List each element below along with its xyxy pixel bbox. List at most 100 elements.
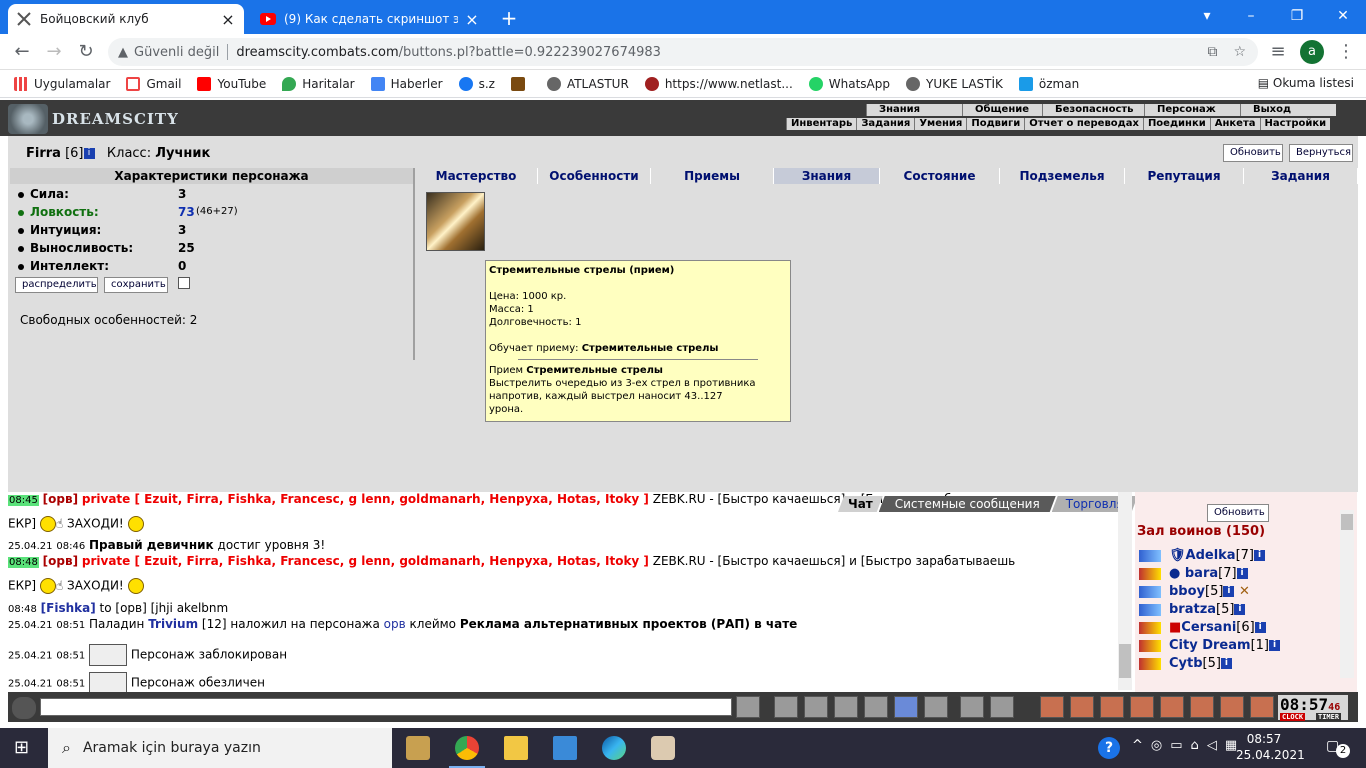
menu-feats[interactable]: Подвиги xyxy=(966,118,1025,130)
roster-user[interactable]: Cytb[5] i xyxy=(1139,656,1232,671)
clock-label[interactable]: CLOCK xyxy=(1280,713,1306,721)
bookmark-netlast[interactable]: https://www.netlast... xyxy=(644,76,793,91)
bookmark-whatsapp[interactable]: WhatsApp xyxy=(808,76,890,91)
reading-list[interactable]: ▤ Okuma listesi xyxy=(1258,76,1354,90)
tab-chat[interactable]: Чат xyxy=(838,496,883,512)
chat-scrollbar[interactable] xyxy=(1118,492,1132,690)
meet-icon[interactable]: ◎ xyxy=(1151,738,1170,753)
send-icon[interactable] xyxy=(736,696,760,718)
battle-icon[interactable] xyxy=(1100,696,1124,718)
menu-knowledge[interactable]: Знания xyxy=(866,104,962,116)
help-icon[interactable]: ? xyxy=(1098,737,1120,759)
star-icon[interactable]: ☆ xyxy=(1233,44,1246,60)
filter-icon[interactable] xyxy=(804,696,828,718)
scroll-icon[interactable] xyxy=(1040,696,1064,718)
mail-app-icon[interactable] xyxy=(553,736,577,760)
lock-checkbox[interactable] xyxy=(178,277,190,289)
close-icon[interactable]: × xyxy=(220,10,236,29)
new-tab-button[interactable]: + xyxy=(497,6,521,30)
paint-icon[interactable] xyxy=(651,736,675,760)
menu-character[interactable]: Персонаж xyxy=(1144,104,1240,116)
network-icon[interactable]: ⌂ xyxy=(1191,738,1207,753)
back-icon[interactable]: ← xyxy=(10,41,34,63)
roster-user[interactable]: ● bara[7] i xyxy=(1139,566,1248,581)
smiles-icon[interactable] xyxy=(960,696,984,718)
info-icon[interactable]: i xyxy=(1236,568,1248,579)
menu-settings[interactable]: Настройки xyxy=(1259,118,1331,130)
taskbar-clock[interactable]: 08:57 25.04.2021 xyxy=(1236,731,1305,763)
quest-icon[interactable] xyxy=(1130,696,1154,718)
bookmark-ozman[interactable]: özman xyxy=(1018,76,1079,91)
reading-queue-icon[interactable]: ≡ xyxy=(1266,41,1290,63)
info-icon[interactable]: i xyxy=(1220,658,1232,669)
bookmark-facebook[interactable]: s.z xyxy=(458,76,495,91)
chat-input[interactable] xyxy=(40,698,732,716)
info-icon[interactable]: i xyxy=(83,148,95,159)
edge-icon[interactable] xyxy=(602,736,626,760)
bookmark-maps[interactable]: Haritalar xyxy=(282,76,355,91)
potion-icon[interactable] xyxy=(1070,696,1094,718)
tab-knowledge[interactable]: Знания xyxy=(774,168,880,184)
tab-search-icon[interactable]: ▾ xyxy=(1184,0,1230,34)
scroll-thumb[interactable] xyxy=(1341,514,1353,530)
exit-icon[interactable] xyxy=(1250,696,1274,718)
info-icon[interactable]: i xyxy=(1234,604,1246,615)
tab-quests[interactable]: Задания xyxy=(1244,168,1358,184)
roster-user[interactable]: ■Cersani[6] i xyxy=(1139,620,1266,635)
windows-start-icon[interactable]: ⊞ xyxy=(14,738,34,758)
roster-user[interactable]: City Dream[1] i xyxy=(1139,638,1280,653)
back-button[interactable]: Вернуться xyxy=(1289,144,1353,162)
save-log-icon[interactable] xyxy=(834,696,858,718)
tray-icons[interactable]: ^◎▭⌂◁▦ xyxy=(1132,738,1245,753)
tab-boitsovsky-klub[interactable]: Бойцовский клуб × xyxy=(8,4,244,34)
tab-reputation[interactable]: Репутация xyxy=(1125,168,1244,184)
tab-system-messages[interactable]: Системные сообщения xyxy=(879,496,1056,512)
tab-dungeons[interactable]: Подземелья xyxy=(1000,168,1125,184)
bookmark-gmail[interactable]: Gmail xyxy=(126,76,181,91)
roster-user[interactable]: bratza[5] i xyxy=(1139,602,1246,617)
menu-fights[interactable]: Поединки xyxy=(1142,118,1210,130)
menu-inventory[interactable]: Инвентарь xyxy=(786,118,857,130)
avatar[interactable]: a xyxy=(1300,40,1324,64)
minimize-button[interactable]: – xyxy=(1228,0,1274,34)
menu-icon[interactable]: ⋮ xyxy=(1334,41,1358,63)
taskbar-search[interactable]: ⌕ Aramak için buraya yazın xyxy=(48,728,392,768)
forward-icon[interactable]: → xyxy=(42,41,66,63)
walk-icon[interactable] xyxy=(864,696,888,718)
bookmark-apps[interactable]: Uygulamalar xyxy=(14,76,110,91)
translate-icon[interactable]: ⧉ xyxy=(1207,44,1217,60)
clear-icon[interactable] xyxy=(990,696,1014,718)
reload-icon[interactable]: ↻ xyxy=(74,41,98,63)
tab-features[interactable]: Особенности xyxy=(538,168,651,184)
speaker-icon[interactable] xyxy=(924,696,948,718)
roster-user[interactable]: 🛡Adelka[7] i xyxy=(1139,548,1265,563)
info-icon[interactable]: i xyxy=(1223,586,1235,597)
save-button[interactable]: сохранить xyxy=(104,277,168,293)
volume-icon[interactable]: ◁ xyxy=(1207,738,1225,753)
inventory-icon[interactable] xyxy=(1160,696,1184,718)
chevron-up-icon[interactable]: ^ xyxy=(1132,738,1151,753)
notification-icon[interactable]: ▢ 2 xyxy=(1326,738,1350,758)
address-bar[interactable]: ▲ Güvenli değil dreamscity.combats.com/b… xyxy=(108,38,1258,66)
store-icon[interactable] xyxy=(406,736,430,760)
close-window-button[interactable]: ✕ xyxy=(1320,0,1366,34)
bookmark-news[interactable]: Haberler xyxy=(370,76,443,91)
menu-security[interactable]: Безопасность xyxy=(1042,104,1144,116)
chat-mode-icon[interactable] xyxy=(12,697,36,719)
tab-mastery[interactable]: Мастерство xyxy=(415,168,538,184)
chrome-icon[interactable] xyxy=(455,736,479,760)
info-icon[interactable]: i xyxy=(1254,622,1266,633)
eraser-icon[interactable] xyxy=(774,696,798,718)
distribute-button[interactable]: распределить xyxy=(15,277,98,293)
bookmark-yuke-lastik[interactable]: YUKE LASTİK xyxy=(906,76,1003,91)
friends-icon[interactable] xyxy=(1190,696,1214,718)
bookmark-youtube[interactable]: YouTube xyxy=(197,76,266,91)
file-explorer-icon[interactable] xyxy=(504,736,528,760)
menu-transfers[interactable]: Отчет о переводах xyxy=(1024,118,1143,130)
tab-techniques[interactable]: Приемы xyxy=(651,168,774,184)
menu-communication[interactable]: Общение xyxy=(962,104,1042,116)
mail-icon[interactable] xyxy=(1220,696,1244,718)
timer-label[interactable]: TIMER xyxy=(1316,713,1342,721)
menu-quests[interactable]: Задания xyxy=(856,118,915,130)
refresh-button[interactable]: Обновить xyxy=(1223,144,1283,162)
